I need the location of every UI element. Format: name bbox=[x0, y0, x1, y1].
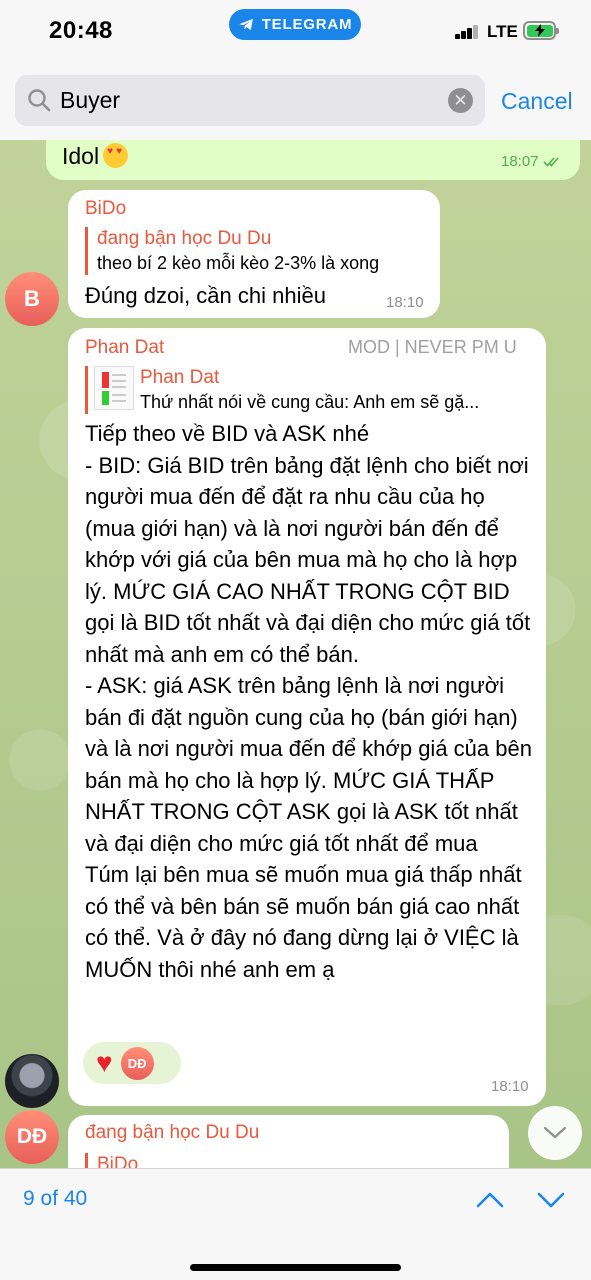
chat-area[interactable]: Idol 18:07 B BiDo đang bận học Du Du the… bbox=[0, 140, 591, 1168]
next-result-button[interactable] bbox=[536, 1187, 566, 1213]
double-check-icon bbox=[543, 157, 559, 167]
search-input[interactable]: Buyer ✕ bbox=[15, 75, 485, 126]
search-results-bar: 9 of 40 bbox=[0, 1168, 591, 1280]
network-type: LTE bbox=[487, 22, 518, 41]
avatar[interactable]: DĐ bbox=[5, 1110, 59, 1164]
reply-text: Thứ nhất nói về cung cầu: Anh em sẽ gặ..… bbox=[140, 392, 480, 412]
charging-bolt-icon bbox=[534, 24, 545, 37]
clock: 20:48 bbox=[49, 17, 113, 44]
sender-name[interactable]: đang bận học Du Du bbox=[85, 1122, 259, 1144]
message-text: Idol bbox=[62, 143, 100, 169]
search-query: Buyer bbox=[60, 87, 121, 113]
battery-icon bbox=[523, 21, 559, 40]
previous-result-button[interactable] bbox=[475, 1187, 505, 1213]
reactor-avatar: DĐ bbox=[120, 1046, 154, 1080]
heart-eyes-emoji-icon bbox=[103, 143, 129, 168]
message-time: 18:07 bbox=[501, 153, 539, 170]
reply-sender: Phan Dat bbox=[140, 367, 220, 388]
reply-quote[interactable]: Phan Dat Thứ nhất nói về cung cầu: Anh e… bbox=[85, 366, 528, 414]
result-counter[interactable]: 9 of 40 bbox=[23, 1187, 87, 1211]
telegram-icon bbox=[239, 18, 253, 31]
outgoing-message[interactable]: Idol 18:07 bbox=[46, 140, 580, 180]
sender-name[interactable]: BiDo bbox=[85, 198, 126, 220]
message-text: Đúng dzoi, cần chi nhiều bbox=[85, 283, 326, 308]
scroll-to-bottom-button[interactable] bbox=[528, 1106, 582, 1160]
reply-sender: BiDo bbox=[97, 1154, 139, 1168]
clear-search-icon[interactable]: ✕ bbox=[448, 88, 473, 113]
avatar[interactable] bbox=[5, 1054, 59, 1108]
status-bar: 20:48 TELEGRAM LTE bbox=[0, 0, 591, 62]
home-indicator bbox=[190, 1264, 401, 1271]
avatar[interactable]: B bbox=[5, 272, 59, 326]
reply-quote[interactable]: đang bận học Du Du theo bí 2 kèo mỗi kèo… bbox=[85, 227, 430, 275]
admin-badge: MOD | NEVER PM U bbox=[348, 337, 517, 357]
message-time: 18:10 bbox=[386, 294, 424, 311]
reply-text: theo bí 2 kèo mỗi kèo 2-3% là xong bbox=[97, 253, 380, 273]
cancel-button[interactable]: Cancel bbox=[501, 88, 573, 115]
message-meta: 18:07 bbox=[501, 153, 561, 170]
app-pill-label: TELEGRAM bbox=[261, 16, 353, 33]
incoming-message[interactable]: đang bận học Du Du BiDo bbox=[68, 1115, 509, 1168]
reply-quote[interactable]: BiDo bbox=[85, 1153, 138, 1168]
incoming-message[interactable]: Phan Dat MOD | NEVER PM U Phan Dat Thứ n… bbox=[68, 328, 546, 1106]
incoming-message[interactable]: BiDo đang bận học Du Du theo bí 2 kèo mỗ… bbox=[68, 190, 440, 318]
chart-thumbnail-icon bbox=[94, 366, 134, 410]
search-header: Buyer ✕ Cancel bbox=[0, 62, 591, 140]
message-text: Tiếp theo về BID và ASK nhé - BID: Giá B… bbox=[85, 421, 532, 982]
signal-strength-icon bbox=[455, 25, 481, 39]
return-to-telegram-pill[interactable]: TELEGRAM bbox=[229, 9, 361, 40]
reaction-chip[interactable]: ♥ DĐ bbox=[83, 1042, 181, 1084]
chevron-down-icon bbox=[543, 1126, 567, 1139]
message-time: 18:10 bbox=[491, 1078, 529, 1095]
sender-name[interactable]: Phan Dat bbox=[85, 337, 164, 359]
reply-sender: đang bận học Du Du bbox=[97, 228, 272, 249]
heart-reaction-icon: ♥ bbox=[96, 1047, 113, 1078]
search-icon bbox=[28, 89, 51, 112]
